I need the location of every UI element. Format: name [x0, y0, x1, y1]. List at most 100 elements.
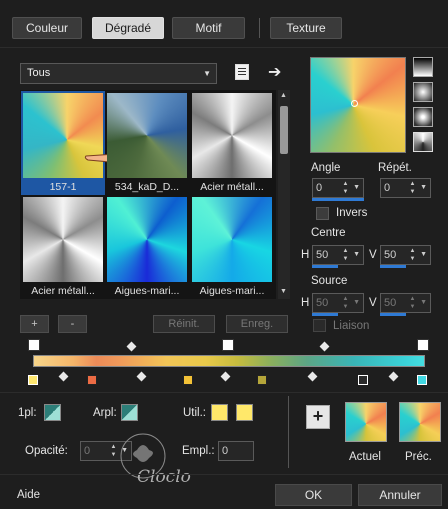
source-v-slider[interactable] [380, 313, 406, 316]
watermark-logo: Cloclo [117, 432, 203, 490]
chevron-down-icon[interactable]: ▼ [353, 294, 360, 312]
opacity-stop[interactable] [28, 339, 40, 351]
color-midpoint[interactable] [58, 371, 69, 382]
scrollbar-thumb[interactable] [280, 106, 288, 154]
opacity-value: 0 [84, 445, 91, 457]
source-h-slider[interactable] [312, 313, 338, 316]
stepper-arrows-icon[interactable]: ▲ ▼ [340, 180, 351, 196]
location-input[interactable]: 0 [218, 441, 254, 461]
stepper-arrows-icon[interactable]: ▲ ▼ [340, 295, 351, 311]
radial-type-icon[interactable] [413, 107, 433, 127]
chevron-down-icon[interactable]: ▼ [353, 179, 360, 197]
stepper-arrows-icon[interactable]: ▲ ▼ [407, 180, 418, 196]
rectangular-type-icon[interactable] [413, 82, 433, 102]
source-h-value: 50 [316, 297, 329, 309]
link-checkbox[interactable] [313, 319, 326, 332]
opacity-midpoint[interactable] [126, 341, 137, 352]
remove-gradient-button[interactable]: - [58, 315, 87, 333]
stepper-arrows-icon[interactable]: ▲ ▼ [340, 247, 351, 263]
gallery-item-caption: Aigues-mari... [199, 285, 265, 297]
panel-separator [288, 396, 289, 468]
opacity-stop[interactable] [417, 339, 429, 351]
source-h-label: H [301, 297, 310, 309]
color-stop[interactable] [417, 375, 427, 385]
color-stop[interactable] [28, 375, 38, 385]
gradient-thumbnail [192, 197, 272, 282]
repeat-value: 0 [384, 182, 391, 194]
tab-separator [259, 18, 260, 38]
add-swatch-button[interactable]: + [306, 405, 330, 429]
angle-slider[interactable] [312, 198, 364, 201]
source-h-input[interactable]: 50 ▲ ▼ ▼ [312, 293, 364, 313]
tab-degrade[interactable]: Dégradé [92, 17, 164, 39]
color-midpoint[interactable] [307, 371, 318, 382]
center-handle-icon[interactable] [351, 100, 358, 107]
library-icon[interactable] [235, 64, 249, 80]
gallery-item-caption: Acier métall... [31, 285, 95, 297]
stepper-arrows-icon[interactable]: ▲ ▼ [407, 295, 418, 311]
source-v-label: V [369, 297, 377, 309]
angle-label: Angle [311, 162, 341, 174]
ok-button[interactable]: OK [275, 484, 352, 506]
gallery-item[interactable]: Aigues-mari... [192, 197, 272, 297]
linear-type-icon[interactable] [413, 57, 433, 77]
background-plane-swatch[interactable] [121, 404, 138, 421]
cancel-button[interactable]: Annuler [358, 484, 442, 506]
gallery-item[interactable]: Aigues-mari... [107, 197, 187, 297]
chevron-down-icon[interactable]: ▼ [353, 246, 360, 264]
svg-text:Cloclo: Cloclo [137, 467, 191, 487]
color-midpoint[interactable] [220, 371, 231, 382]
source-v-input[interactable]: 50 ▲ ▼ ▼ [380, 293, 431, 313]
opacity-midpoint[interactable] [319, 341, 330, 352]
gradient-bar[interactable] [33, 355, 425, 367]
tab-couleur[interactable]: Couleur [12, 17, 82, 39]
user-color-swatch-2[interactable] [236, 404, 253, 421]
gallery-item[interactable]: Acier métall... [192, 93, 272, 193]
scroll-down-icon[interactable]: ▼ [280, 288, 287, 295]
center-h-slider[interactable] [312, 265, 338, 268]
save-button[interactable]: Enreg. [226, 315, 288, 333]
tab-motif[interactable]: Motif [172, 17, 245, 39]
user-color-swatch[interactable] [211, 404, 228, 421]
chevron-down-icon[interactable]: ▼ [420, 294, 427, 312]
chevron-down-icon[interactable]: ▼ [420, 179, 427, 197]
center-v-slider[interactable] [380, 265, 406, 268]
help-link[interactable]: Aide [17, 489, 40, 501]
category-select[interactable]: Tous ▼ [20, 63, 217, 84]
color-stop[interactable] [87, 375, 97, 385]
repeat-input[interactable]: 0 ▲ ▼ ▼ [380, 178, 431, 198]
invert-checkbox[interactable] [316, 207, 329, 220]
color-midpoint[interactable] [388, 371, 399, 382]
gallery-item[interactable]: Acier métall... [23, 197, 103, 297]
stepper-arrows-icon[interactable]: ▲ ▼ [407, 247, 418, 263]
center-h-input[interactable]: 50 ▲ ▼ ▼ [312, 245, 364, 265]
angle-input[interactable]: 0 ▲ ▼ ▼ [312, 178, 364, 198]
angle-value: 0 [316, 182, 323, 194]
color-stop[interactable] [183, 375, 193, 385]
arrow-right-icon[interactable]: ➔ [268, 62, 281, 82]
gallery-item[interactable]: 534_kaD_D... [107, 93, 187, 193]
chevron-down-icon[interactable]: ▼ [420, 246, 427, 264]
gradient-preview[interactable] [310, 57, 406, 153]
current-label: Actuel [349, 451, 381, 463]
center-v-label: V [369, 249, 377, 261]
color-stop[interactable] [257, 375, 267, 385]
previous-gradient-swatch[interactable] [399, 402, 441, 442]
opacity-stop[interactable] [222, 339, 234, 351]
scroll-up-icon[interactable]: ▲ [280, 92, 287, 99]
sunburst-type-icon[interactable] [413, 132, 433, 152]
gradient-thumbnail [107, 93, 187, 178]
gallery-item-caption: Acier métall... [200, 181, 264, 193]
first-plane-swatch[interactable] [44, 404, 61, 421]
center-v-input[interactable]: 50 ▲ ▼ ▼ [380, 245, 431, 265]
current-gradient-swatch[interactable] [345, 402, 387, 442]
center-h-value: 50 [316, 249, 329, 261]
previous-label: Préc. [405, 451, 432, 463]
color-midpoint[interactable] [136, 371, 147, 382]
tab-texture[interactable]: Texture [270, 17, 342, 39]
first-plane-label: 1pl: [18, 407, 37, 419]
color-stop[interactable] [358, 375, 368, 385]
add-gradient-button[interactable]: + [20, 315, 49, 333]
gallery-scrollbar[interactable]: ▲ ▼ [278, 90, 290, 299]
reset-button[interactable]: Réinit. [153, 315, 215, 333]
